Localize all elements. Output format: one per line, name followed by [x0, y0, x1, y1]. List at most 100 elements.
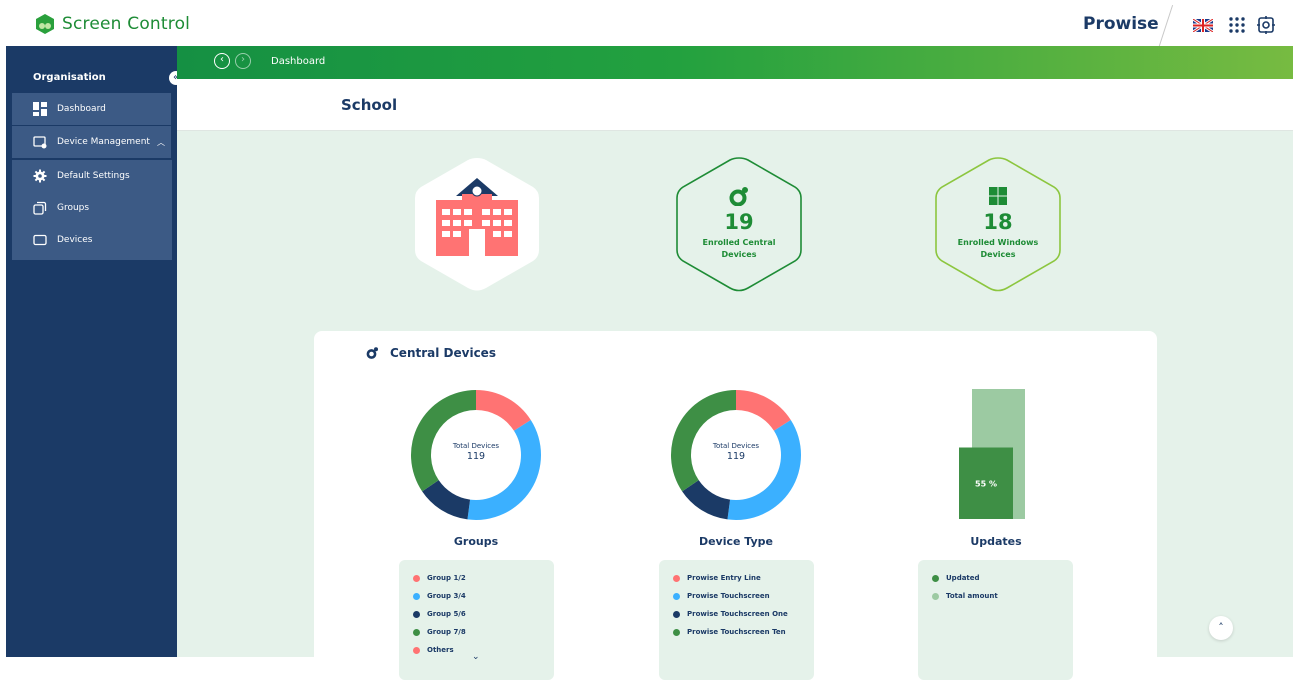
apps-grid-icon[interactable]	[1228, 16, 1246, 34]
legend-item: Prowise Touchscreen Ten	[673, 628, 786, 636]
groups-donut-center: Total Devices 119	[410, 442, 542, 462]
legend-label: Group 7/8	[427, 628, 466, 636]
sidebar-item-groups[interactable]: Groups	[12, 192, 172, 224]
legend-item: Prowise Entry Line	[673, 574, 761, 582]
groups-legend: Others Group 7/8 Group 5/6 Group 3/4 Group 1…	[399, 560, 554, 680]
screen-control-logo-icon	[36, 14, 54, 34]
bar-value-label: 55 %	[975, 479, 997, 488]
legend-dot	[413, 592, 420, 600]
stat-value: 18	[983, 210, 1013, 234]
legend-dot	[673, 610, 680, 618]
central-icon	[729, 187, 748, 207]
donut-slice-group-1-2[interactable]	[476, 390, 531, 431]
sidebar-item-label: Default Settings	[57, 171, 130, 181]
sidebar-item-label: Groups	[57, 203, 90, 213]
updates-legend: Total amount Updated	[918, 560, 1073, 680]
legend-item: Prowise Touchscreen	[673, 592, 770, 600]
legend-item: Group 5/6	[413, 610, 466, 618]
device-settings-icon	[33, 136, 47, 149]
brand-name: Prowise	[1083, 14, 1159, 34]
app-logo[interactable]: Screen Control	[34, 13, 190, 35]
legend-item: Updated	[932, 574, 980, 582]
legend-label: Total amount	[946, 592, 998, 600]
groups-icon	[33, 201, 47, 215]
updates-bar-chart: 55 %	[959, 389, 1025, 519]
stat-value: 19	[724, 210, 754, 234]
legend-label: Group 5/6	[427, 610, 466, 618]
donut-slice-prowise-entry-line[interactable]	[736, 390, 791, 431]
stat-label-line1: Enrolled Central	[702, 238, 776, 247]
page-header: School	[177, 79, 1293, 131]
device-type-legend: Prowise Touchscreen Ten Prowise Touchscre…	[659, 560, 814, 680]
sidebar-item-device-management[interactable]: Device Management ︿	[12, 126, 171, 158]
chevron-up-icon: ︿	[156, 137, 165, 147]
sidebar-submenu: Default Settings Groups Devices	[12, 160, 172, 260]
scroll-to-top-button[interactable]: ˄	[1209, 616, 1233, 640]
legend-dot	[673, 592, 680, 600]
legend-label: Prowise Touchscreen	[687, 592, 770, 600]
breadcrumb-current: Dashboard	[271, 56, 326, 67]
sidebar-item-default-settings[interactable]: Default Settings	[12, 160, 172, 192]
legend-dot	[932, 574, 939, 582]
device-type-donut-center: Total Devices 119	[670, 442, 802, 462]
sidebar: Organisation « Dashboard Device Manageme…	[6, 46, 183, 657]
sidebar-item-dashboard[interactable]: Dashboard	[12, 93, 171, 125]
back-button[interactable]: ‹	[214, 53, 230, 69]
settings-icon[interactable]	[1256, 15, 1276, 35]
gear-icon	[33, 169, 47, 183]
stat-label-line2: Devices	[721, 250, 757, 259]
card-title: Central Devices	[366, 346, 496, 360]
legend-dot	[673, 628, 680, 636]
legend-item: Others	[413, 646, 454, 654]
legend-dot	[413, 628, 420, 636]
donut-slice-prowise-touchscreen-ten[interactable]	[671, 390, 736, 492]
sidebar-item-label: Devices	[57, 235, 93, 245]
donut-slice-prowise-touchscreen[interactable]	[727, 420, 801, 520]
legend-label: Prowise Touchscreen One	[687, 610, 788, 618]
chart-title-device-type: Device Type	[698, 535, 774, 548]
chevron-down-icon[interactable]: ⌄	[472, 652, 480, 662]
legend-label: Others	[427, 646, 454, 654]
donut-center-value: 119	[726, 451, 746, 462]
card-title-text: Central Devices	[390, 346, 496, 360]
school-tile	[412, 154, 542, 294]
prowise-logo[interactable]: Prowise	[1083, 14, 1159, 34]
chart-title-groups: Groups	[453, 535, 499, 548]
legend-item: Group 7/8	[413, 628, 466, 636]
forward-button[interactable]: ›	[235, 53, 251, 69]
donut-slice-group-3-4[interactable]	[467, 420, 541, 520]
sidebar-section-title: Organisation	[33, 72, 106, 83]
central-devices-card: Central Devices Total Devices 119 Groups…	[314, 331, 1157, 680]
legend-item: Total amount	[932, 592, 998, 600]
legend-item: Group 3/4	[413, 592, 466, 600]
donut-center-label: Total Devices	[712, 442, 760, 450]
divider	[1157, 4, 1174, 50]
sidebar-item-devices[interactable]: Devices	[12, 224, 172, 256]
legend-label: Group 3/4	[427, 592, 466, 600]
donut-center-label: Total Devices	[452, 442, 500, 450]
uk-flag-icon[interactable]	[1193, 19, 1213, 32]
hexagon-shape	[415, 158, 539, 291]
stat-enrolled-central[interactable]: 19 Enrolled Central Devices	[674, 154, 804, 294]
legend-label: Group 1/2	[427, 574, 466, 582]
stat-label-line2: Devices	[980, 250, 1016, 259]
legend-label: Prowise Touchscreen Ten	[687, 628, 786, 636]
legend-dot	[413, 610, 420, 618]
legend-label: Prowise Entry Line	[687, 574, 761, 582]
legend-dot	[413, 574, 420, 582]
sidebar-item-label: Device Management	[57, 137, 150, 147]
stat-enrolled-windows[interactable]: 18 Enrolled Windows Devices	[933, 154, 1063, 294]
legend-dot	[932, 592, 939, 600]
sidebar-item-label: Dashboard	[57, 104, 106, 114]
app-name: Screen Control	[62, 14, 191, 34]
legend-dot	[673, 574, 680, 582]
dashboard-icon	[33, 102, 47, 116]
legend-item: Group 1/2	[413, 574, 466, 582]
donut-center-value: 119	[466, 451, 486, 462]
device-icon	[33, 234, 47, 246]
donut-slice-group-7-8[interactable]	[411, 390, 476, 492]
legend-label: Updated	[946, 574, 980, 582]
top-bar: Screen Control Prowise	[0, 0, 1293, 50]
stat-label-line1: Enrolled Windows	[957, 238, 1039, 247]
windows-icon	[989, 187, 1007, 205]
